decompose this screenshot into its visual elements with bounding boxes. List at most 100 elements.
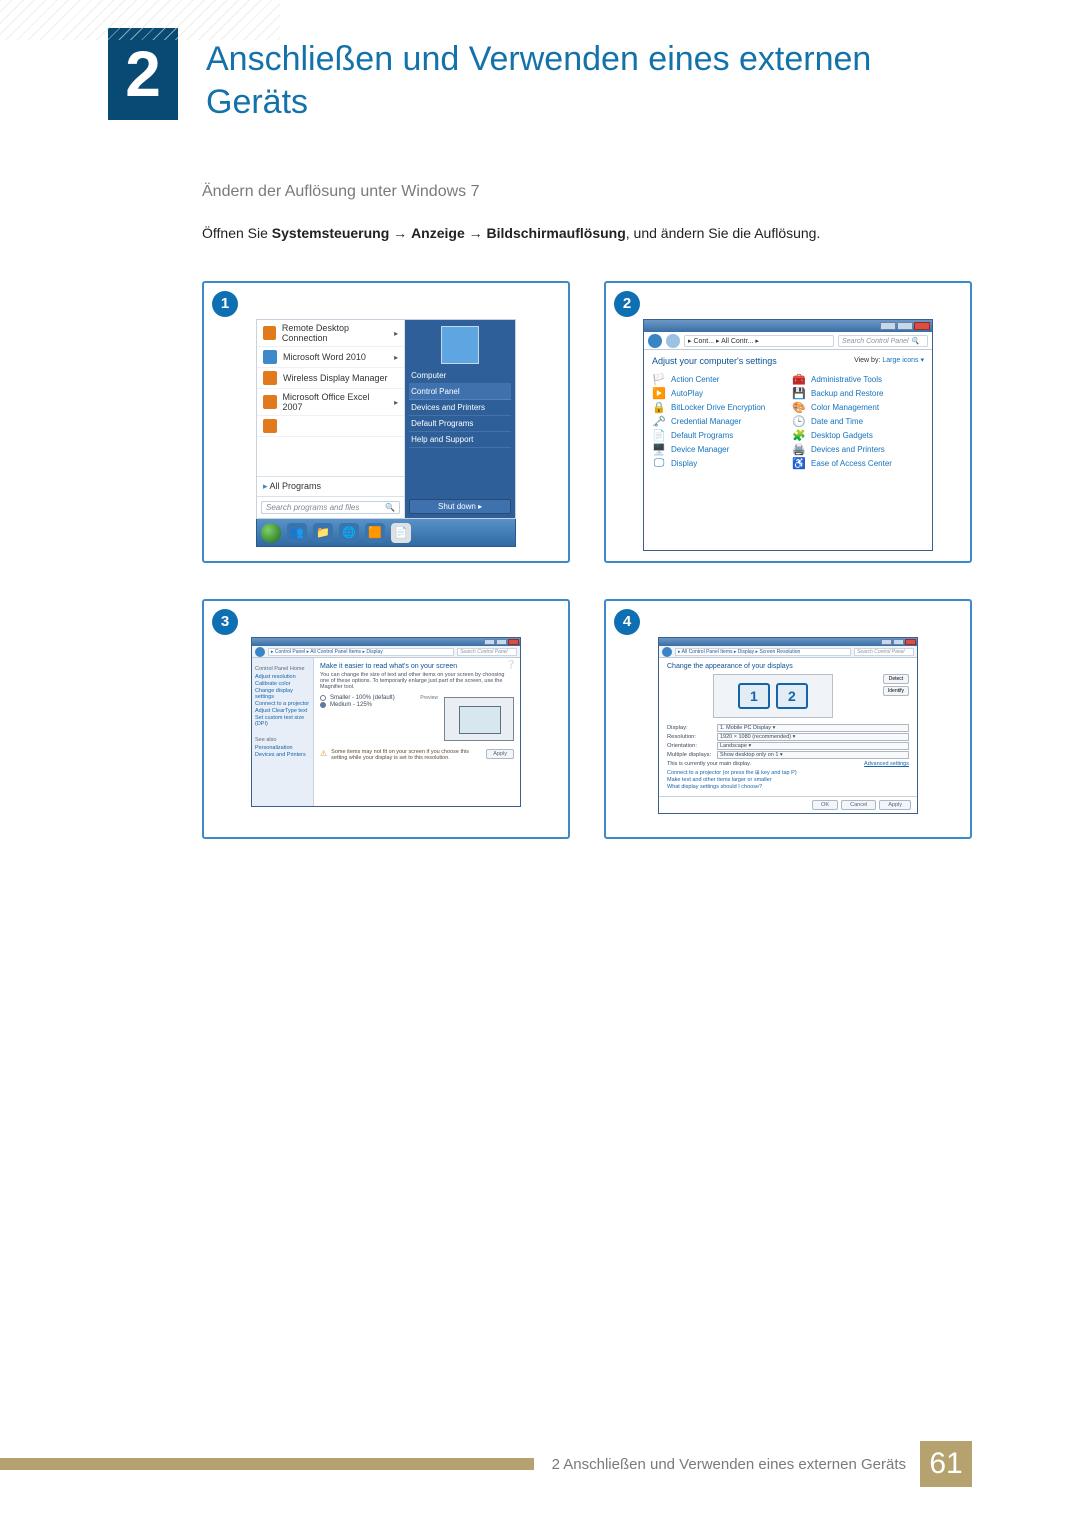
display-select[interactable]: 1. Mobile PC Display ▾ <box>717 724 909 732</box>
maximize-button[interactable] <box>893 639 904 645</box>
cp-item[interactable]: 🕒Date and Time <box>792 414 924 428</box>
printer-icon: 🖨️ <box>792 442 806 456</box>
start-rlink-control-panel[interactable]: Control Panel <box>409 384 511 400</box>
minimize-button[interactable] <box>484 639 495 645</box>
start-rlink-default-programs[interactable]: Default Programs <box>409 416 511 432</box>
start-rlink-help[interactable]: Help and Support <box>409 432 511 448</box>
start-rlink-devices-printers[interactable]: Devices and Printers <box>409 400 511 416</box>
forward-button-icon[interactable] <box>666 334 680 348</box>
close-button[interactable] <box>508 639 519 645</box>
app-icon <box>263 419 277 433</box>
advanced-settings-link[interactable]: Advanced settings <box>864 761 909 767</box>
monitor-2-icon[interactable]: 2 <box>776 683 808 709</box>
help-icon[interactable]: ❔ <box>506 660 516 669</box>
see-also-header: See also <box>255 737 310 743</box>
cp-item[interactable]: ▶️AutoPlay <box>652 386 784 400</box>
search-input[interactable]: Search Control Panel <box>457 648 517 656</box>
taskbar-icon[interactable]: 🟧 <box>365 523 385 543</box>
cp-item[interactable]: 📄Default Programs <box>652 428 784 442</box>
cp-item[interactable]: ♿Ease of Access Center <box>792 456 924 470</box>
taskbar-icon[interactable]: 📁 <box>313 523 333 543</box>
breadcrumb-bar[interactable]: ▸ All Control Panel Items ▸ Display ▸ Sc… <box>675 648 851 656</box>
side-link[interactable]: Calibrate color <box>255 681 310 687</box>
cp-item[interactable]: 🖥️Device Manager <box>652 442 784 456</box>
start-menu-item[interactable]: Remote Desktop Connection▸ <box>257 320 404 347</box>
back-button-icon[interactable] <box>662 647 672 657</box>
maximize-button[interactable] <box>496 639 507 645</box>
taskbar-icon[interactable]: 👥 <box>287 523 307 543</box>
start-menu-item[interactable]: Wireless Display Manager <box>257 368 404 389</box>
text-size-link[interactable]: Make text and other items larger or smal… <box>667 777 909 783</box>
cp-item[interactable]: 🧰Administrative Tools <box>792 372 924 386</box>
apply-button[interactable]: Apply <box>879 800 911 810</box>
search-input[interactable]: Search Control Panel <box>854 648 914 656</box>
maximize-button[interactable] <box>897 322 913 330</box>
start-rlink-computer[interactable]: Computer <box>409 368 511 384</box>
cp-item[interactable]: 🧩Desktop Gadgets <box>792 428 924 442</box>
side-link[interactable]: Devices and Printers <box>255 752 310 758</box>
which-settings-link[interactable]: What display settings should I choose? <box>667 784 909 790</box>
orientation-select[interactable]: Landscape ▾ <box>717 742 909 750</box>
start-menu-pinned-row[interactable] <box>257 416 404 437</box>
submenu-arrow-icon: ▸ <box>394 329 398 338</box>
identify-button[interactable]: Identify <box>883 686 909 696</box>
side-link[interactable]: Connect to a projector <box>255 701 310 707</box>
radio-medium[interactable]: Medium - 125% <box>320 702 438 708</box>
close-button[interactable] <box>905 639 916 645</box>
start-menu-item[interactable]: Microsoft Office Excel 2007▸ <box>257 389 404 416</box>
cp-item[interactable]: 💾Backup and Restore <box>792 386 924 400</box>
ok-button[interactable]: OK <box>812 800 838 810</box>
panel-2-control-panel: 2 ▸ Cont... ▸ All Contr... ▸ Search Cont… <box>604 281 972 563</box>
shutdown-button[interactable]: Shut down ▸ <box>409 499 511 514</box>
apply-button[interactable]: Apply <box>486 749 514 759</box>
cp-item[interactable]: 🖵Display <box>652 456 784 470</box>
start-menu-right-pane: Computer Control Panel Devices and Print… <box>405 320 515 518</box>
start-menu: Remote Desktop Connection▸ Microsoft Wor… <box>256 319 516 519</box>
start-search-input[interactable]: Search programs and files🔍 <box>261 501 400 514</box>
search-icon: 🔍 <box>385 503 395 512</box>
start-menu-item[interactable]: Microsoft Word 2010▸ <box>257 347 404 368</box>
cp-item[interactable]: 🔒BitLocker Drive Encryption <box>652 400 784 414</box>
taskbar-icon[interactable]: 🌐 <box>339 523 359 543</box>
dialog-footer: OK Cancel Apply <box>659 796 917 813</box>
radio-icon <box>320 702 326 708</box>
window-body: Control Panel Home Adjust resolution Cal… <box>252 658 520 806</box>
back-button-icon[interactable] <box>648 334 662 348</box>
taskbar: 👥 📁 🌐 🟧 📄 <box>256 519 516 547</box>
breadcrumb-bar[interactable]: ▸ Cont... ▸ All Contr... ▸ <box>684 335 834 347</box>
taskbar-icon[interactable]: 📄 <box>391 523 411 543</box>
side-link[interactable]: Personalization <box>255 745 310 751</box>
detect-button[interactable]: Detect <box>883 674 909 684</box>
main-heading: Make it easier to read what's on your sc… <box>320 663 514 670</box>
cp-item[interactable]: 🎨Color Management <box>792 400 924 414</box>
monitor-arrangement[interactable]: 1 2 <box>713 674 833 718</box>
side-link[interactable]: Adjust ClearType text <box>255 708 310 714</box>
multiple-displays-select[interactable]: Show desktop only on 1 ▾ <box>717 751 909 759</box>
cp-item[interactable]: 🖨️Devices and Printers <box>792 442 924 456</box>
close-button[interactable] <box>914 322 930 330</box>
footer-breadcrumb: 2 Anschließen und Verwenden eines extern… <box>552 1456 906 1473</box>
side-header: Control Panel Home <box>255 666 310 672</box>
cancel-button[interactable]: Cancel <box>841 800 876 810</box>
page-number: 61 <box>920 1441 972 1487</box>
search-input[interactable]: Search Control Panel 🔍 <box>838 335 928 347</box>
resolution-select[interactable]: 1920 × 1080 (recommended) ▾ <box>717 733 909 741</box>
minimize-button[interactable] <box>880 322 896 330</box>
search-icon: 🔍 <box>911 338 920 345</box>
monitor-1-icon[interactable]: 1 <box>738 683 770 709</box>
side-link[interactable]: Set custom text size (DPI) <box>255 715 310 727</box>
side-link[interactable]: Adjust resolution <box>255 674 310 680</box>
cp-item[interactable]: 🏳️Action Center <box>652 372 784 386</box>
cp-item[interactable]: 🗝️Credential Manager <box>652 414 784 428</box>
minimize-button[interactable] <box>881 639 892 645</box>
display-window: ▸ Control Panel ▸ All Control Panel Item… <box>251 637 521 807</box>
backup-icon: 💾 <box>792 386 806 400</box>
viewby-dropdown[interactable]: Large icons ▾ <box>882 357 924 364</box>
back-button-icon[interactable] <box>255 647 265 657</box>
radio-smaller[interactable]: Smaller - 100% (default)Preview <box>320 695 438 701</box>
all-programs-button[interactable]: ▸ All Programs <box>257 476 404 496</box>
start-orb-icon[interactable] <box>261 523 281 543</box>
breadcrumb-bar[interactable]: ▸ Control Panel ▸ All Control Panel Item… <box>268 648 454 656</box>
side-link[interactable]: Change display settings <box>255 688 310 700</box>
projector-link[interactable]: Connect to a projector (or press the ⊞ k… <box>667 770 909 776</box>
